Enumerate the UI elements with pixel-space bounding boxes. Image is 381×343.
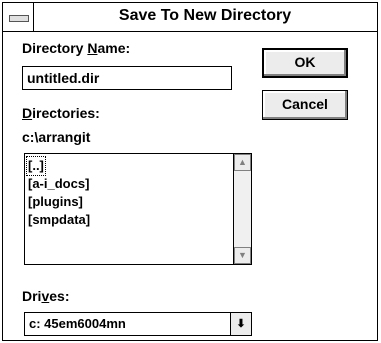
list-item[interactable]: [..] bbox=[26, 156, 46, 176]
save-to-new-directory-dialog: Save To New Directory Directory Name: un… bbox=[2, 2, 378, 341]
scroll-up-button[interactable]: ▲ bbox=[234, 154, 251, 171]
list-item[interactable]: [a-i_docs] bbox=[27, 175, 90, 193]
system-menu-icon bbox=[9, 15, 29, 22]
directories-scrollbar[interactable]: ▲ ▼ bbox=[233, 154, 251, 264]
ok-button[interactable]: OK bbox=[262, 48, 348, 78]
drives-label: Drives: bbox=[22, 288, 70, 304]
scroll-up-arrow-icon: ▲ bbox=[238, 157, 247, 167]
window-title: Save To New Directory bbox=[118, 7, 292, 24]
drives-dropdown-button[interactable]: ⬇ bbox=[230, 313, 251, 335]
dropdown-arrow-icon: ⬇ bbox=[236, 318, 246, 330]
cancel-button[interactable]: Cancel bbox=[262, 90, 348, 120]
system-menu-button[interactable] bbox=[3, 3, 34, 31]
drives-dropdown[interactable]: c: 45em6004mn ⬇ bbox=[24, 312, 252, 336]
title-bar[interactable]: Save To New Directory bbox=[3, 3, 377, 32]
directories-listbox[interactable]: [..] [a-i_docs] [plugins] [smpdata] ▲ ▼ bbox=[24, 153, 252, 265]
directory-name-label: Directory Name: bbox=[22, 40, 131, 56]
drives-selected-value: c: 45em6004mn bbox=[29, 316, 126, 331]
list-item[interactable]: [smpdata] bbox=[27, 211, 91, 229]
scroll-down-arrow-icon: ▼ bbox=[238, 250, 247, 260]
directory-name-input[interactable]: untitled.dir bbox=[22, 66, 232, 90]
directories-label: Directories: bbox=[22, 105, 100, 121]
list-item[interactable]: [plugins] bbox=[27, 193, 84, 211]
scroll-down-button[interactable]: ▼ bbox=[234, 247, 251, 264]
current-directory-path: c:\arrangit bbox=[22, 129, 91, 145]
